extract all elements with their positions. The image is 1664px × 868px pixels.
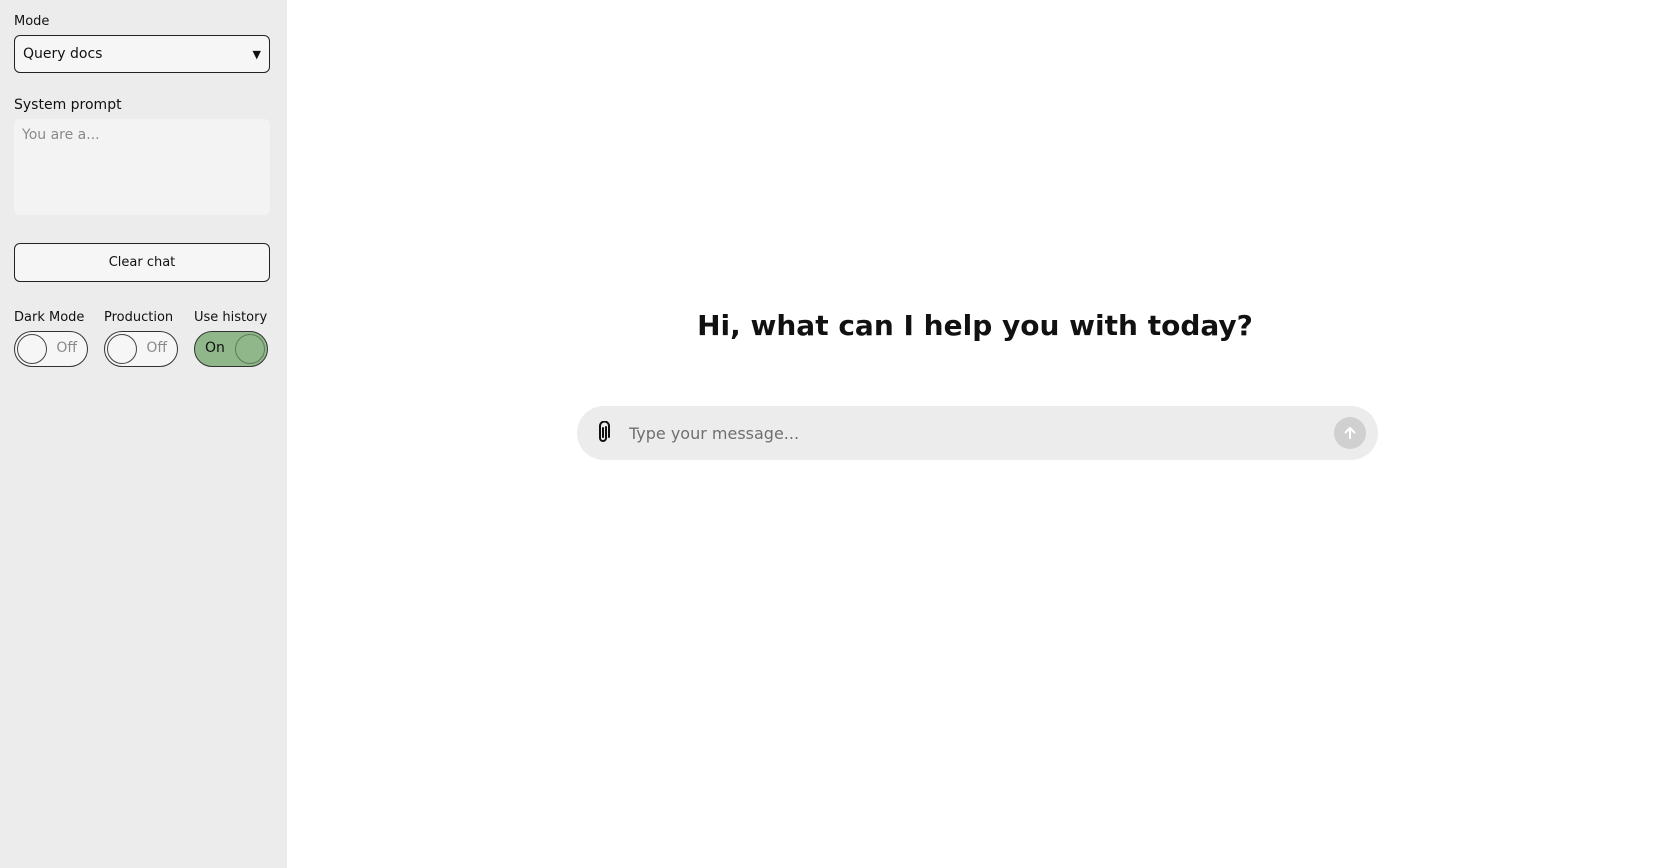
message-input[interactable]	[627, 422, 1334, 444]
toggle-knob	[17, 334, 47, 364]
system-prompt-label: System prompt	[14, 97, 122, 113]
toggle-state: Off	[146, 340, 167, 356]
use-history-label: Use history	[194, 310, 268, 325]
toggle-state: On	[205, 340, 225, 356]
clear-chat-label: Clear chat	[108, 255, 176, 270]
welcome-heading: Hi, what can I help you with today?	[697, 309, 1253, 342]
production-label: Production	[104, 310, 174, 325]
mode-select-value: Query docs	[23, 46, 103, 62]
production-group: Production Off	[104, 306, 178, 367]
paperclip-icon[interactable]	[591, 421, 615, 445]
message-composer	[577, 406, 1378, 460]
caret-down-icon: ▼	[252, 47, 261, 61]
use-history-toggle[interactable]: On	[194, 331, 268, 367]
system-prompt-input[interactable]	[14, 119, 270, 215]
mode-label: Mode	[14, 14, 50, 29]
toggle-row: Dark Mode Off Production Off Use history…	[14, 306, 273, 367]
toggle-knob	[107, 334, 137, 364]
toggle-state: Off	[56, 340, 77, 356]
dark-mode-group: Dark Mode Off	[14, 306, 88, 367]
arrow-up-icon	[1344, 427, 1356, 439]
send-button[interactable]	[1334, 417, 1366, 449]
sidebar: Mode Query docs ▼ System prompt Clear ch…	[0, 0, 287, 868]
toggle-knob	[235, 334, 265, 364]
chat-main: Hi, what can I help you with today?	[287, 0, 1664, 868]
clear-chat-button[interactable]: Clear chat	[14, 243, 270, 282]
mode-select[interactable]: Query docs ▼	[14, 35, 270, 73]
dark-mode-toggle[interactable]: Off	[14, 331, 88, 367]
use-history-group: Use history On	[194, 306, 268, 367]
production-toggle[interactable]: Off	[104, 331, 178, 367]
dark-mode-label: Dark Mode	[14, 310, 85, 325]
